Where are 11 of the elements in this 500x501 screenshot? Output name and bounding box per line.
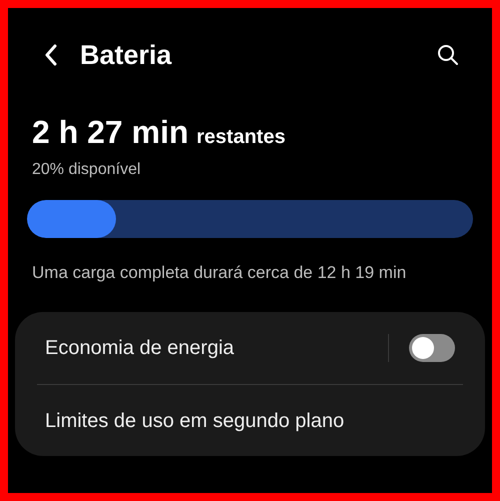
available-percentage: 20% disponível xyxy=(31,160,142,180)
back-icon xyxy=(44,44,58,66)
remaining-time: 2 h 27 min xyxy=(32,113,188,152)
search-icon xyxy=(437,44,459,66)
page-title: Bateria xyxy=(80,38,172,72)
remaining-label: restantes xyxy=(196,125,286,150)
setting-label[interactable]: Limites de uso em segundo plano xyxy=(45,406,344,436)
full-charge-note: Uma carga completa durará cerca de 12 h 19 min xyxy=(31,262,408,284)
setting-label[interactable]: Economia de energia xyxy=(45,333,234,363)
toggle-knob xyxy=(412,337,434,359)
toggle-switch[interactable] xyxy=(409,334,455,362)
